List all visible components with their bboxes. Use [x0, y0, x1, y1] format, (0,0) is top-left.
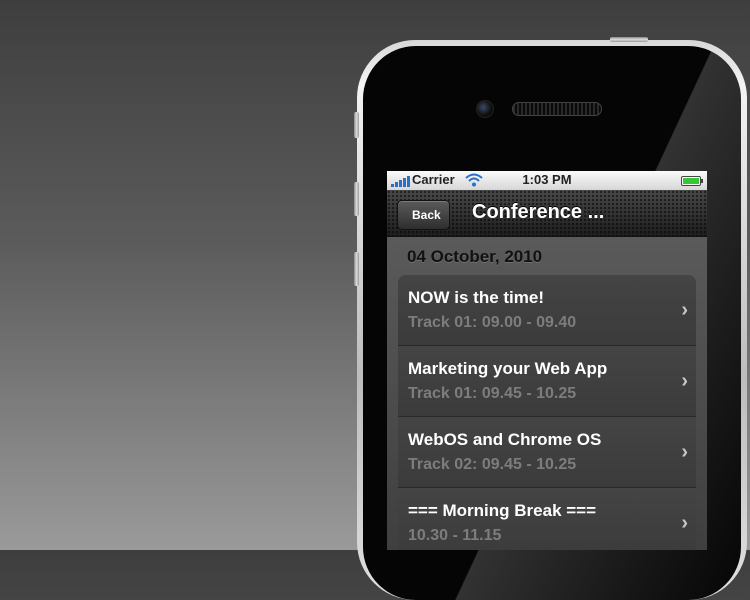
mute-switch	[354, 112, 359, 138]
front-camera-icon	[476, 100, 494, 118]
status-time: 1:03 PM	[522, 172, 572, 187]
power-button	[610, 37, 648, 42]
session-time: Track 01: 09.00 - 09.40	[408, 314, 577, 331]
page-title: Conference ...	[472, 201, 605, 223]
battery-icon	[681, 176, 703, 186]
volume-up-button	[354, 182, 359, 216]
session-row[interactable]: NOW is the time! Track 01: 09.00 - 09.40…	[398, 275, 696, 345]
session-row[interactable]: WebOS and Chrome OS Track 02: 09.45 - 10…	[398, 416, 696, 487]
status-bar: Carrier 1:03 PM	[387, 171, 707, 190]
session-time: 10.30 - 11.15	[408, 527, 502, 544]
session-title: Marketing your Web App	[408, 359, 608, 378]
chevron-right-icon: ›	[681, 299, 688, 321]
session-time: Track 02: 09.45 - 10.25	[408, 456, 577, 473]
navigation-bar: Back Conference ...	[387, 190, 707, 237]
session-title: NOW is the time!	[408, 288, 545, 307]
session-list-view[interactable]: 04 October, 2010 NOW is the time! Track …	[387, 237, 707, 550]
volume-down-button	[354, 252, 359, 286]
session-title: WebOS and Chrome OS	[408, 430, 602, 449]
session-title: === Morning Break ===	[408, 501, 597, 520]
earpiece-speaker	[512, 102, 602, 116]
session-time: Track 01: 09.45 - 10.25	[408, 385, 577, 402]
session-list: NOW is the time! Track 01: 09.00 - 09.40…	[398, 275, 696, 550]
chevron-right-icon: ›	[681, 441, 688, 463]
phone-screen: Carrier 1:03 PM Back Conference ... 04 O…	[387, 171, 707, 550]
chevron-right-icon: ›	[681, 512, 688, 534]
section-header-date: 04 October, 2010	[407, 247, 543, 266]
back-button[interactable]: Back	[397, 200, 450, 230]
session-row[interactable]: === Morning Break === 10.30 - 11.15 ›	[398, 487, 696, 550]
session-row[interactable]: Marketing your Web App Track 01: 09.45 -…	[398, 345, 696, 416]
chevron-right-icon: ›	[681, 370, 688, 392]
